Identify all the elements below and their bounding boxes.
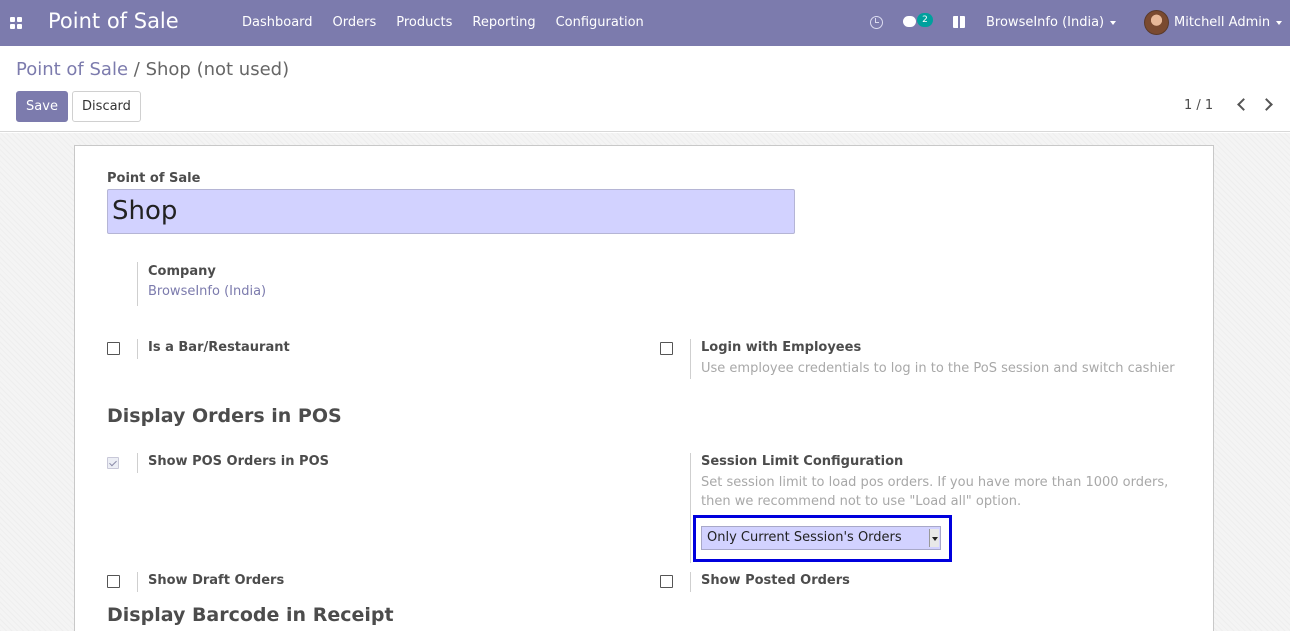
- user-avatar[interactable]: [1144, 10, 1169, 35]
- login-employees-checkbox[interactable]: [660, 342, 673, 355]
- gift-icon[interactable]: [953, 16, 965, 28]
- user-menu[interactable]: Mitchell Admin: [1174, 15, 1283, 30]
- field-divider: [690, 453, 691, 563]
- show-posted-orders-checkbox[interactable]: [660, 575, 673, 588]
- bar-restaurant-label: Is a Bar/Restaurant: [148, 340, 290, 355]
- login-employees-label: Login with Employees: [701, 340, 862, 355]
- discard-button[interactable]: Discard: [72, 91, 141, 122]
- session-limit-label: Session Limit Configuration: [701, 454, 904, 469]
- pager-previous-icon[interactable]: [1237, 98, 1250, 111]
- name-field-label: Point of Sale: [107, 171, 201, 186]
- login-employees-help: Use employee credentials to log in to th…: [701, 361, 1175, 376]
- company-name: BrowseInfo (India): [986, 15, 1105, 30]
- company-switcher[interactable]: BrowseInfo (India): [986, 15, 1117, 30]
- show-pos-orders-label: Show POS Orders in POS: [148, 454, 329, 469]
- user-name: Mitchell Admin: [1174, 15, 1271, 30]
- save-button[interactable]: Save: [16, 91, 68, 122]
- field-divider: [137, 453, 138, 473]
- pager-next-icon[interactable]: [1260, 98, 1273, 111]
- breadcrumb-root-link[interactable]: Point of Sale: [16, 59, 128, 80]
- menu-item-configuration[interactable]: Configuration: [556, 15, 644, 30]
- company-label: Company: [148, 264, 216, 279]
- main-menu: Dashboard Orders Products Reporting Conf…: [242, 15, 664, 30]
- session-limit-select[interactable]: Only Current Session's Orders: [701, 526, 941, 550]
- company-link[interactable]: BrowseInfo (India): [148, 284, 266, 299]
- field-divider: [137, 572, 138, 592]
- pager-value[interactable]: 1 / 1: [1184, 98, 1213, 113]
- menu-item-products[interactable]: Products: [396, 15, 452, 30]
- show-posted-orders-label: Show Posted Orders: [701, 573, 850, 588]
- breadcrumb-separator: /: [133, 59, 140, 80]
- show-pos-orders-checkbox[interactable]: [107, 457, 119, 469]
- top-navbar: Point of Sale Dashboard Orders Products …: [0, 0, 1290, 46]
- show-draft-orders-label: Show Draft Orders: [148, 573, 285, 588]
- chat-count-badge: 2: [917, 13, 933, 27]
- chevron-down-icon: [1276, 20, 1283, 25]
- session-limit-selected-value: Only Current Session's Orders: [707, 530, 902, 545]
- chat-icon[interactable]: [903, 16, 916, 27]
- field-divider: [137, 262, 138, 306]
- section-title-display-orders: Display Orders in POS: [107, 405, 342, 427]
- breadcrumb: Point of Sale / Shop (not used): [16, 59, 289, 80]
- app-title[interactable]: Point of Sale: [48, 9, 179, 33]
- show-draft-orders-checkbox[interactable]: [107, 575, 120, 588]
- breadcrumb-current: Shop (not used): [145, 59, 290, 80]
- control-panel: Point of Sale / Shop (not used) Save Dis…: [0, 46, 1290, 132]
- activity-clock-icon[interactable]: [870, 16, 883, 29]
- chevron-down-icon: [1110, 20, 1117, 25]
- menu-item-reporting[interactable]: Reporting: [472, 15, 535, 30]
- menu-item-orders[interactable]: Orders: [333, 15, 377, 30]
- form-sheet: Point of Sale Shop Company BrowseInfo (I…: [74, 145, 1214, 631]
- section-title-display-barcode: Display Barcode in Receipt: [107, 604, 394, 626]
- dropdown-arrow-icon[interactable]: [929, 529, 939, 547]
- field-divider: [137, 339, 138, 359]
- pos-name-input[interactable]: Shop: [107, 189, 795, 234]
- bar-restaurant-checkbox[interactable]: [107, 342, 120, 355]
- session-limit-help-line2: then we recommend not to use "Load all" …: [701, 494, 1022, 509]
- field-divider: [690, 339, 691, 379]
- form-view-background: Point of Sale Shop Company BrowseInfo (I…: [0, 133, 1290, 631]
- menu-item-dashboard[interactable]: Dashboard: [242, 15, 313, 30]
- field-divider: [690, 572, 691, 592]
- session-limit-help-line1: Set session limit to load pos orders. If…: [701, 475, 1169, 490]
- apps-menu-icon[interactable]: [10, 17, 22, 29]
